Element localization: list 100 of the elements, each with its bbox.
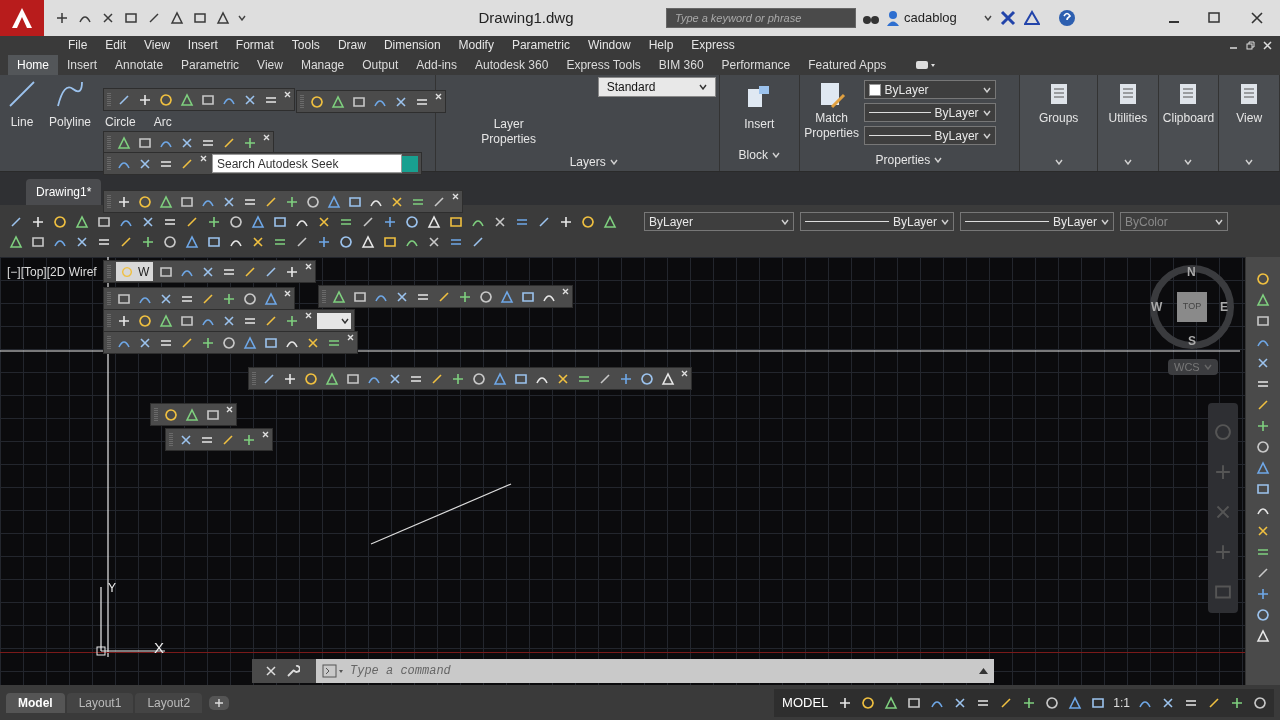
menu-item[interactable]: Parametric [502,36,579,54]
expand-icon[interactable] [979,668,988,674]
add-layout-icon[interactable] [208,694,231,711]
tool-icon[interactable] [1255,439,1271,455]
tool-icon[interactable] [140,234,156,250]
property-dropdown[interactable]: ByLayer [863,103,996,122]
annotation-scale[interactable]: 1:1 [1113,693,1130,712]
menu-item[interactable]: View [135,36,179,54]
tool-icon[interactable] [116,134,132,151]
ribbon-tab[interactable]: BIM 360 [649,55,713,75]
line-icon[interactable] [9,81,35,107]
ribbon-tab[interactable]: Output [353,55,408,75]
tool-icon[interactable] [471,370,487,387]
menu-item[interactable]: Tools [282,36,329,54]
prompt-icon[interactable] [322,664,344,678]
draw-tool-button[interactable]: Polyline [49,113,92,131]
caret-icon[interactable] [341,317,349,324]
menu-item[interactable]: Express [682,36,744,54]
property-dropdown[interactable]: ByLayer [863,80,996,99]
tool-icon[interactable] [1255,271,1271,287]
tool-icon[interactable] [184,234,200,250]
tool-icon[interactable] [158,193,174,210]
property-dropdown[interactable]: ByLayer [960,212,1114,231]
close-icon[interactable] [1263,40,1272,50]
panel-button[interactable]: Utilities [1108,109,1148,127]
tool-icon[interactable] [860,694,877,711]
tool-icon[interactable] [305,193,321,210]
tool-icon[interactable] [137,312,153,329]
tool-icon[interactable] [1255,607,1271,623]
ribbon-tab[interactable]: Annotate [106,55,173,75]
match-properties-button[interactable]: Match Properties [799,111,864,141]
tool-icon[interactable] [303,370,319,387]
tool-icon[interactable] [360,234,376,250]
quick-access-icon[interactable] [192,10,208,26]
caret-icon[interactable] [698,84,707,90]
property-dropdown[interactable]: ByLayer [800,212,954,231]
polyline-icon[interactable] [57,81,83,107]
tool-icon[interactable] [242,290,258,307]
close-icon[interactable] [262,431,269,438]
tool-icon[interactable] [163,406,179,423]
tool-icon[interactable] [478,288,494,305]
quick-access-icon[interactable] [169,10,185,26]
user-icon[interactable] [886,10,900,26]
menu-item[interactable]: Dimension [374,36,450,54]
close-icon[interactable] [284,290,291,297]
layer-properties-button[interactable]: Layer Properties [473,117,544,147]
close-icon[interactable] [284,91,291,98]
tool-icon[interactable] [158,312,174,329]
panel-button[interactable]: View [1236,109,1263,127]
tool-icon[interactable] [330,93,346,110]
close-icon[interactable] [347,334,354,341]
tool-icon[interactable] [228,213,244,230]
ribbon-tab[interactable]: Insert [58,55,107,75]
menu-item[interactable]: Edit [96,36,136,54]
menu-item[interactable]: Insert [178,36,227,54]
property-dropdown[interactable]: ByLayer [644,212,794,231]
menu-item[interactable]: Draw [328,36,375,54]
ribbon-tab[interactable]: Performance [712,55,800,75]
ribbon-tab[interactable]: Autodesk 360 [466,55,558,75]
tool-icon[interactable] [250,213,266,230]
quick-access-icon[interactable] [215,10,231,26]
search-field[interactable]: Search Autodesk Seek [212,154,402,173]
search-field[interactable]: Type a keyword or phrase [666,8,856,28]
tool-icon[interactable] [883,694,900,711]
close-icon[interactable] [452,193,459,200]
draw-tool-button[interactable]: Line [10,113,34,131]
tool-icon[interactable] [52,213,68,230]
tool-icon[interactable] [206,234,222,250]
viewcube-compass[interactable]: N W TOP E S [1150,265,1234,349]
close-icon[interactable] [200,155,207,162]
layout-tab[interactable]: Layout1 [66,692,134,713]
help-icon[interactable] [1058,9,1076,27]
workspace-label[interactable]: W [116,262,154,281]
file-tab[interactable]: Drawing1* [26,179,102,205]
tool-icon[interactable] [639,370,655,387]
quick-access-icon[interactable] [123,10,139,26]
ribbon-tab[interactable]: Home [8,55,58,75]
command-input[interactable]: Type a command [316,659,994,683]
property-dropdown[interactable]: ByLayer [863,126,996,145]
model-space-button[interactable]: MODEL [780,692,831,713]
tool-icon[interactable] [179,91,195,108]
user-name[interactable]: cadablog [904,8,984,28]
triangle-icon[interactable] [1024,10,1040,26]
tool-icon[interactable] [324,370,340,387]
ribbon-tab[interactable]: Featured Apps [799,55,896,75]
close-icon[interactable] [263,134,270,141]
tool-icon[interactable] [1067,694,1084,711]
menu-item[interactable]: Help [639,36,683,54]
tool-icon[interactable] [1255,313,1271,329]
tool-icon[interactable] [184,406,200,423]
viewport-label[interactable]: [−][Top][2D Wiref [7,263,97,281]
ribbon-tab[interactable]: Add-ins [407,55,466,75]
caret-icon[interactable] [984,15,992,21]
tool-icon[interactable] [221,334,237,351]
menu-item[interactable]: Modify [449,36,503,54]
tool-icon[interactable] [1255,481,1271,497]
scale-dropdown[interactable] [317,312,351,329]
ribbon-tab[interactable]: Parametric [172,55,249,75]
ribbon-tab[interactable]: Express Tools [557,55,650,75]
ribbon-tab[interactable]: View [248,55,292,75]
